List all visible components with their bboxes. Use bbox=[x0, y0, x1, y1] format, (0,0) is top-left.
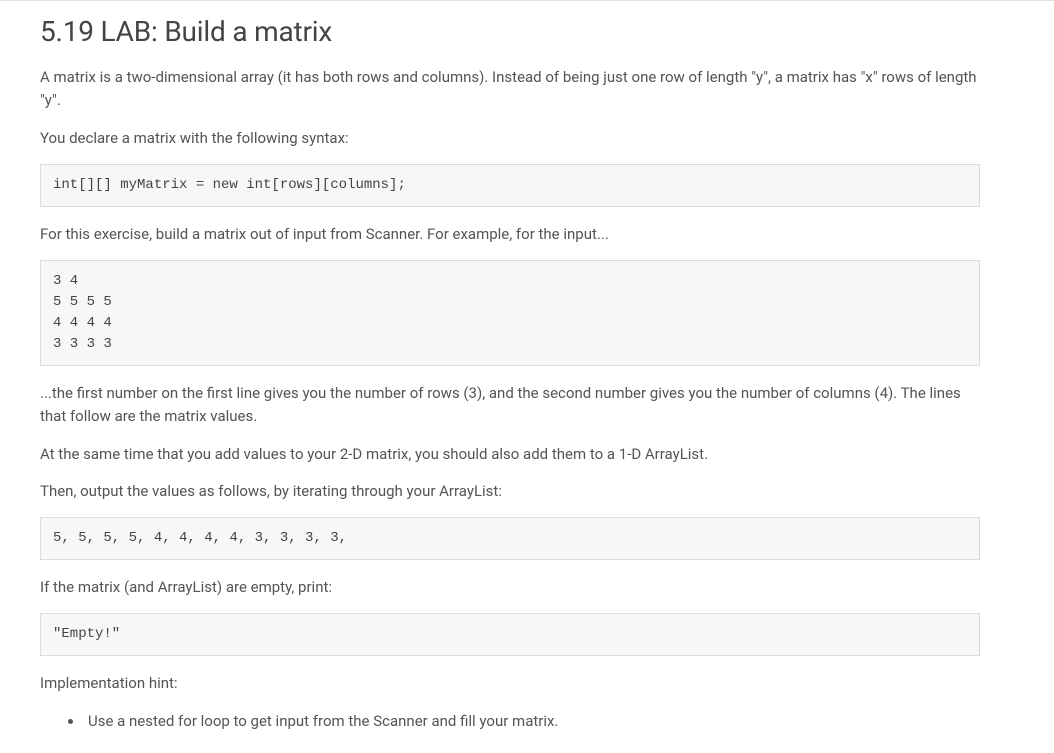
code-block-empty-output: "Empty!" bbox=[40, 613, 980, 656]
code-block-declaration: int[][] myMatrix = new int[rows][columns… bbox=[40, 164, 980, 207]
code-empty-output: "Empty!" bbox=[53, 626, 120, 642]
arraylist-paragraph: At the same time that you add values to … bbox=[40, 443, 980, 466]
lab-document: 5.19 LAB: Build a matrix A matrix is a t… bbox=[0, 1, 1020, 753]
code-declaration: int[][] myMatrix = new int[rows][columns… bbox=[53, 177, 406, 193]
hint-item: Use a nested for loop to get input from … bbox=[84, 710, 980, 733]
explanation-paragraph: ...the first number on the first line gi… bbox=[40, 382, 980, 429]
page-title: 5.19 LAB: Build a matrix bbox=[40, 15, 980, 48]
code-output-example: 5, 5, 5, 5, 4, 4, 4, 4, 3, 3, 3, 3, bbox=[53, 530, 347, 546]
empty-case-intro: If the matrix (and ArrayList) are empty,… bbox=[40, 576, 980, 599]
intro-paragraph: A matrix is a two-dimensional array (it … bbox=[40, 66, 980, 113]
hint-heading: Implementation hint: bbox=[40, 672, 980, 695]
code-block-input-example: 3 4 5 5 5 5 4 4 4 4 3 3 3 3 bbox=[40, 260, 980, 366]
syntax-intro: You declare a matrix with the following … bbox=[40, 127, 980, 150]
exercise-intro: For this exercise, build a matrix out of… bbox=[40, 223, 980, 246]
code-input-example: 3 4 5 5 5 5 4 4 4 4 3 3 3 3 bbox=[53, 273, 112, 352]
hint-list: Use a nested for loop to get input from … bbox=[84, 710, 980, 733]
code-block-output-example: 5, 5, 5, 5, 4, 4, 4, 4, 3, 3, 3, 3, bbox=[40, 517, 980, 560]
output-intro: Then, output the values as follows, by i… bbox=[40, 480, 980, 503]
